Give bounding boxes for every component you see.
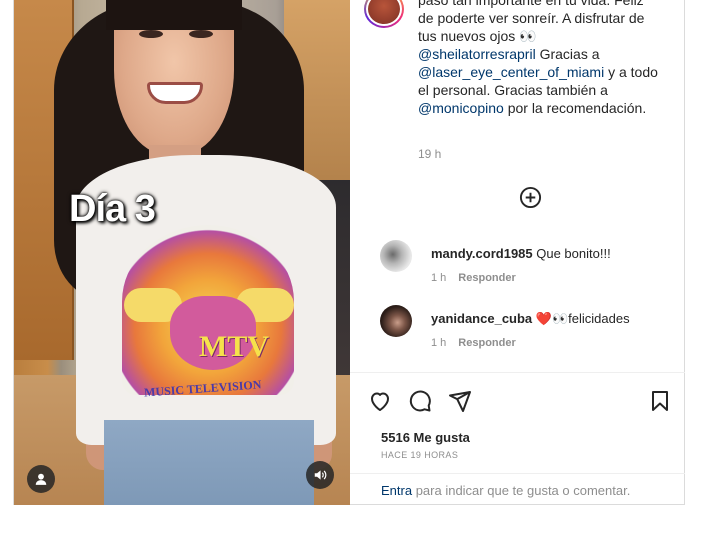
caption-line: @monicopino por la recomendación. (418, 99, 668, 117)
post-details-panel: paso tan importante en tu vida. Feliz de… (350, 0, 685, 505)
comment-body: ❤️👀felicidades (532, 311, 630, 326)
comment-button[interactable] (407, 388, 433, 414)
comment-text: yanidance_cuba ❤️👀felicidades (431, 311, 630, 327)
comment-meta: 1 h Responder (431, 337, 516, 349)
caption-line: el personal. Gracias también a (418, 82, 608, 98)
mention-link[interactable]: @sheilatorresrapril (418, 46, 536, 62)
audio-toggle-button[interactable] (306, 461, 334, 489)
like-button[interactable] (367, 388, 393, 414)
person-jeans (104, 420, 314, 505)
login-to-comment: Entra para indicar que te gusta o coment… (381, 483, 630, 498)
share-icon (449, 391, 471, 412)
person-eye-left (139, 30, 163, 38)
caption-line: tus nuevos ojos 👀 (418, 28, 537, 44)
speaker-icon (314, 470, 327, 480)
mention-link[interactable]: @monicopino (418, 100, 504, 116)
shirt-logo-text: MTV (199, 330, 269, 363)
load-more-comments-button[interactable] (519, 186, 542, 209)
comment-icon (409, 390, 431, 412)
caption-text: Gracias a (535, 46, 600, 62)
commenter-username[interactable]: mandy.cord1985 (431, 246, 533, 261)
video-overlay-text: Día 3 (69, 188, 156, 230)
post-video[interactable]: MTV MUSIC TELEVISION Día 3 (14, 0, 350, 505)
section-divider (350, 372, 685, 373)
bookmark-icon (652, 391, 668, 411)
commenter-avatar[interactable] (380, 305, 412, 337)
person-bangs (106, 0, 242, 30)
login-prompt-text: para indicar que te gusta o comentar. (412, 483, 631, 498)
likes-count[interactable]: 5516 Me gusta (381, 430, 470, 445)
login-link[interactable]: Entra (381, 483, 412, 498)
caption-line: de poderte ver sonreír. A disfrutar de (418, 10, 645, 26)
post-caption: paso tan importante en tu vida. Feliz de… (418, 0, 668, 117)
comment-meta: 1 h Responder (431, 272, 516, 284)
comment-body: Que bonito!!! (532, 246, 611, 261)
user-icon (35, 473, 47, 485)
tagged-users-button[interactable] (27, 465, 55, 493)
post-card: MTV MUSIC TELEVISION Día 3 paso tan impo… (13, 0, 685, 505)
author-avatar[interactable] (364, 0, 404, 28)
plus-circle-icon (519, 186, 542, 209)
comment-text: mandy.cord1985 Que bonito!!! (431, 246, 611, 261)
person-smile (147, 82, 203, 104)
commenter-username[interactable]: yanidance_cuba (431, 311, 532, 326)
reply-button[interactable]: Responder (458, 272, 515, 284)
caption-line: @laser_eye_center_of_miami y a todo (418, 63, 668, 81)
commenter-avatar[interactable] (380, 240, 412, 272)
section-divider (350, 473, 685, 474)
comment-time[interactable]: 1 h (431, 272, 446, 284)
caption-line: @sheilatorresrapril Gracias a (418, 45, 668, 63)
share-button[interactable] (447, 388, 473, 414)
heart-icon (371, 392, 389, 411)
caption-text: por la recomendación. (503, 100, 647, 116)
caption-line: paso tan importante en tu vida. Feliz (418, 0, 644, 8)
save-button[interactable] (647, 388, 673, 414)
caption-text: y a todo (604, 64, 658, 80)
post-time-ago[interactable]: HACE 19 HORAS (381, 450, 458, 460)
reply-button[interactable]: Responder (458, 337, 515, 349)
caption-timestamp[interactable]: 19 h (418, 147, 441, 161)
comment-time[interactable]: 1 h (431, 337, 446, 349)
mention-link[interactable]: @laser_eye_center_of_miami (418, 64, 604, 80)
person-eye-right (189, 30, 213, 38)
